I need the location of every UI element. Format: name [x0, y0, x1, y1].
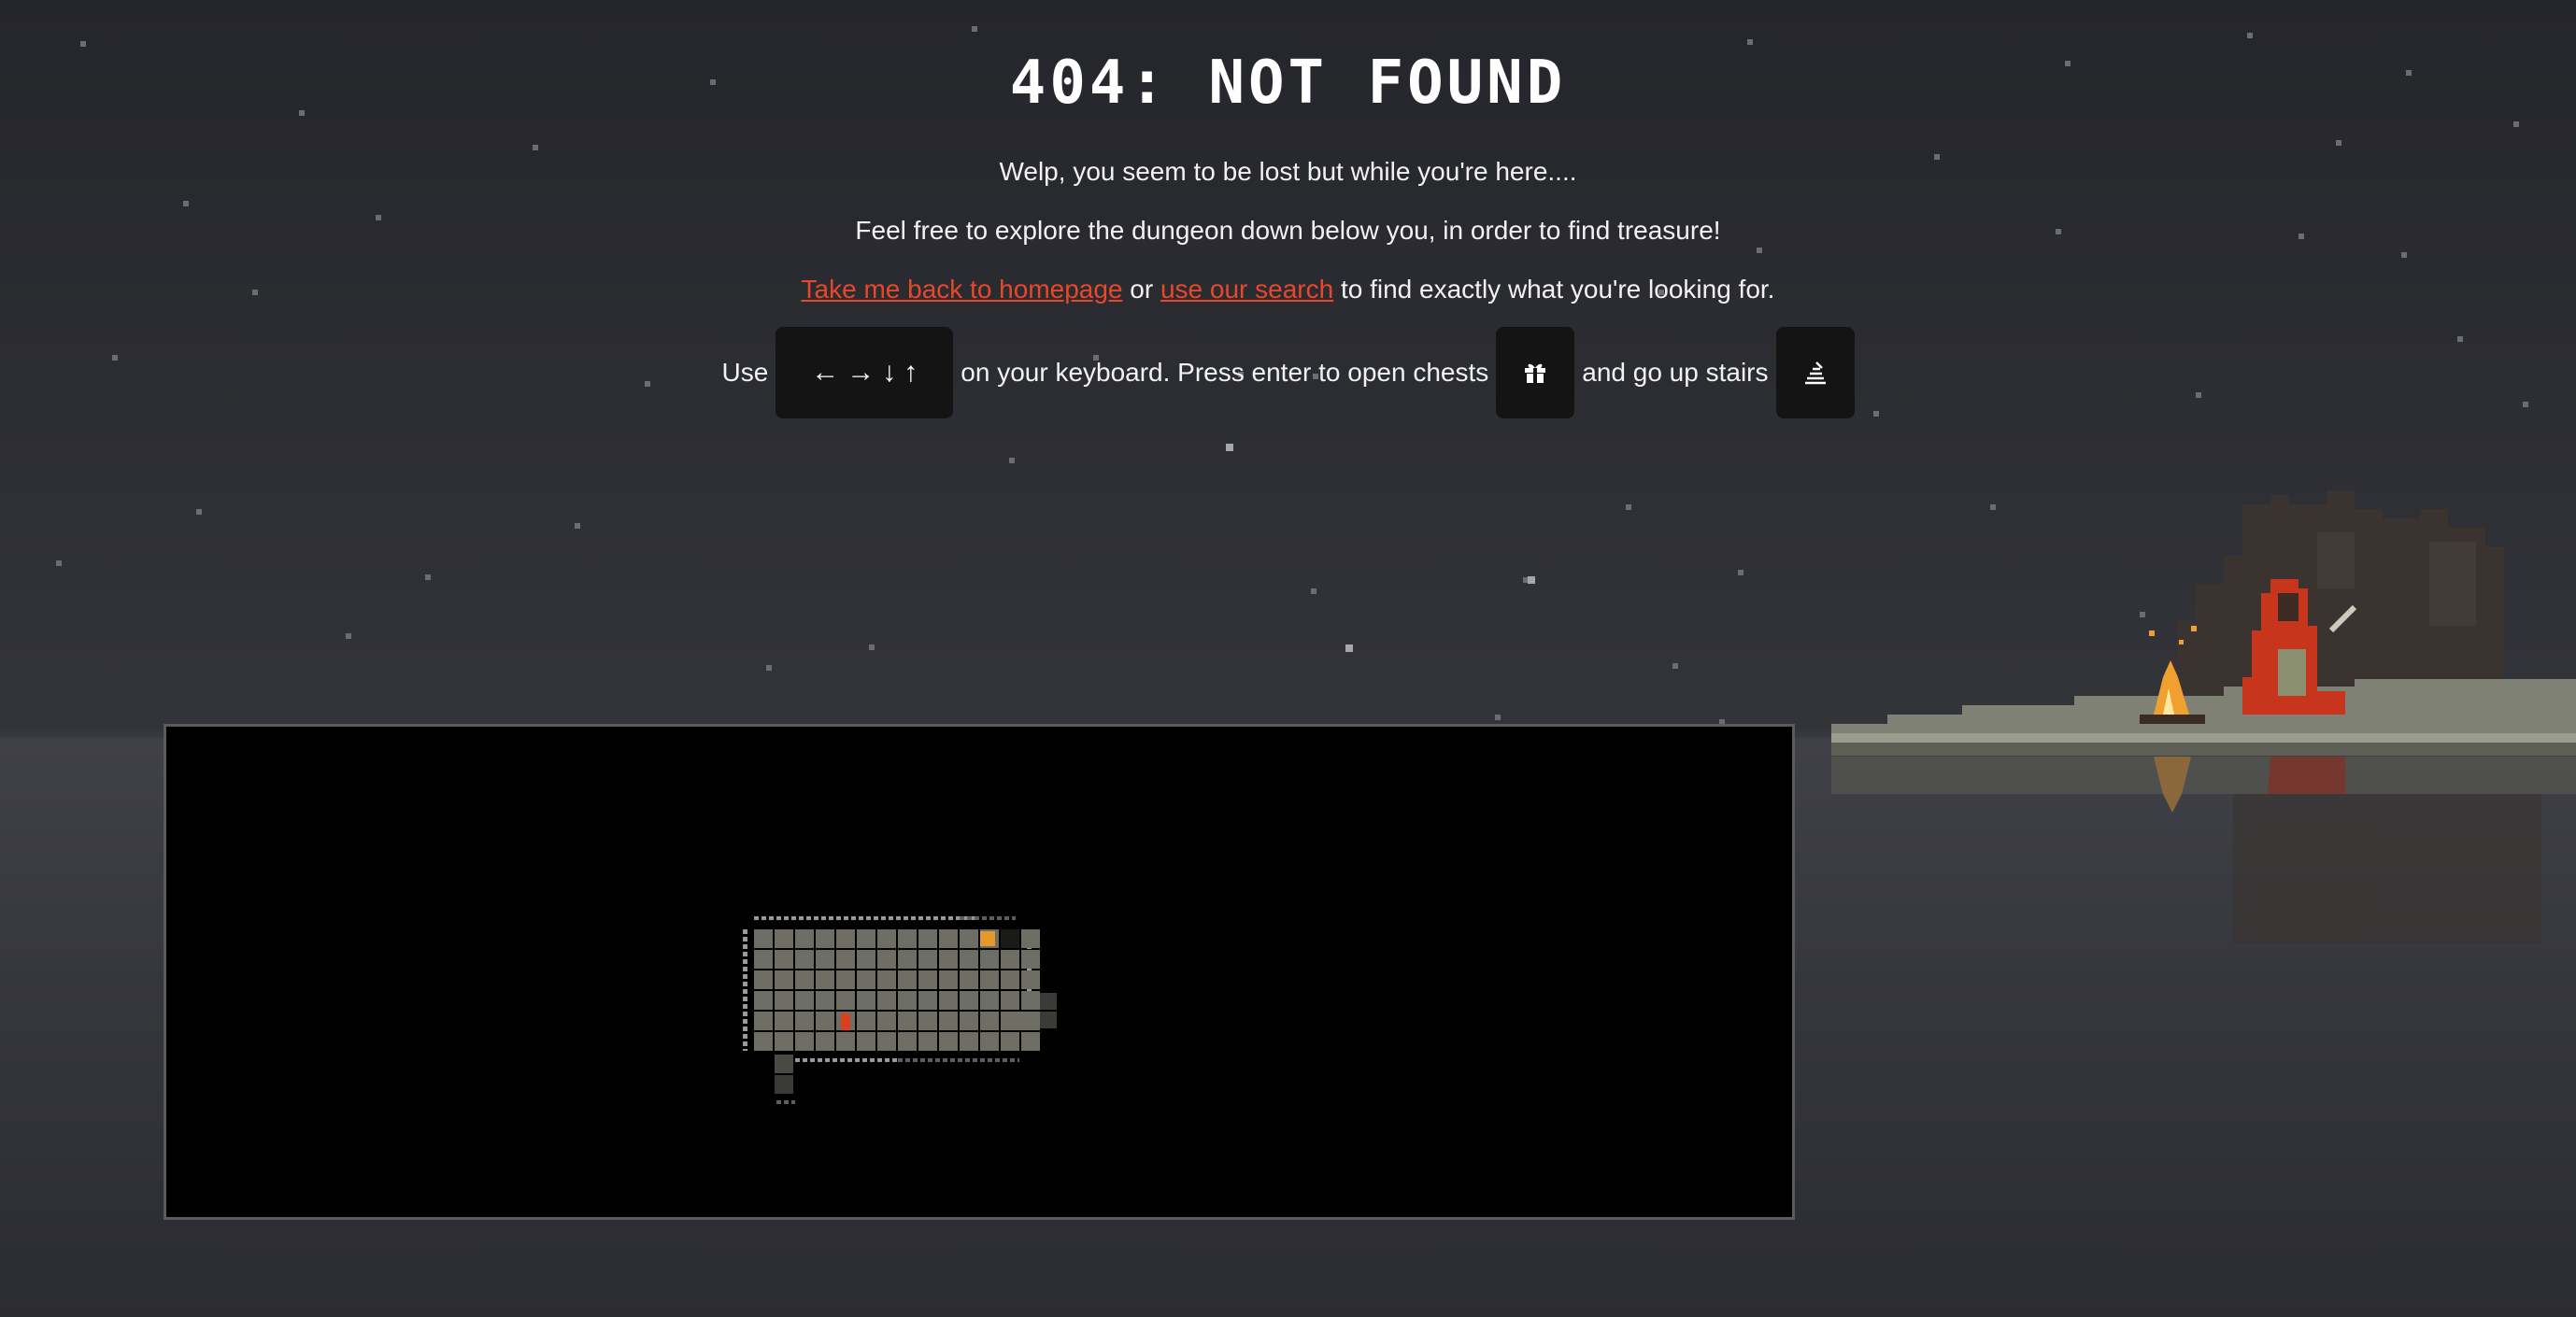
stairs-icon	[1804, 361, 1826, 385]
arrow-right-icon: →	[847, 357, 875, 388]
treasure-chest-icon	[980, 931, 995, 946]
keyboard-text: on your keyboard. Press enter to open ch…	[961, 358, 1489, 387]
arrow-left-icon: ←	[811, 357, 840, 388]
gift-icon	[1525, 363, 1546, 383]
arrow-down-icon: ↓	[882, 357, 897, 388]
find-text: to find exactly what you're looking for.	[1340, 275, 1775, 304]
explore-text: Feel free to explore the dungeon down be…	[855, 216, 1721, 245]
arrow-keys: ← → ↓ ↑	[776, 327, 954, 418]
dungeon-corridor-cell	[775, 1075, 793, 1094]
stairs-key	[1775, 327, 1855, 418]
homepage-link[interactable]: Take me back to homepage	[802, 275, 1123, 304]
links-line: Take me back to homepage or use our sear…	[0, 275, 2576, 304]
dungeon-wall-bottom-dim	[898, 1058, 1019, 1062]
dungeon-floor	[754, 929, 1040, 1051]
enter-key	[1496, 327, 1575, 418]
dungeon-wall-top-dim	[960, 916, 1016, 920]
player-character-icon	[841, 1013, 850, 1030]
search-link[interactable]: use our search	[1160, 275, 1333, 304]
dungeon-wall-left	[743, 929, 747, 1051]
arrow-up-icon: ↑	[904, 357, 918, 388]
dungeon-corridor-cell	[775, 1055, 793, 1073]
campfire-scene	[1831, 490, 2576, 943]
dungeon-wall-stub	[776, 1100, 795, 1104]
intro-text: Welp, you seem to be lost but while you'…	[999, 157, 1577, 186]
controls-instructions: Use ← → ↓ ↑ on your keyboard. Press ente…	[0, 327, 2576, 418]
dungeon-corridor-cell	[1019, 1012, 1038, 1030]
stairs-text: and go up stairs	[1582, 358, 1769, 387]
dungeon-corridor-cell	[1040, 1012, 1057, 1028]
dungeon-wall-bottom	[795, 1058, 898, 1062]
page-title: 404: NOT FOUND	[1009, 49, 1567, 118]
reflection	[1831, 757, 2576, 943]
dungeon-wall-top	[754, 916, 978, 920]
dungeon-corridor-cell	[1040, 993, 1057, 1010]
or-text: or	[1130, 275, 1154, 304]
use-text: Use	[721, 358, 769, 387]
